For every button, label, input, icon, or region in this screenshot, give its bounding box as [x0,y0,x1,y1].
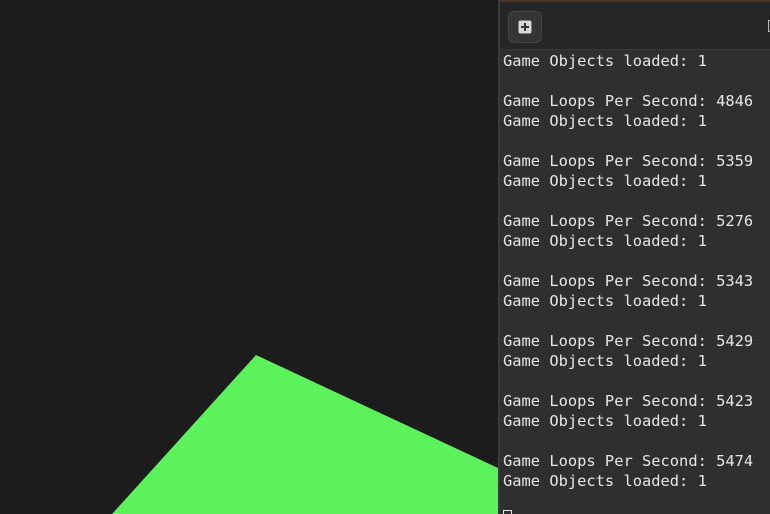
desktop: Game Objects loaded: 1 Game Loops Per Sec… [0,0,770,514]
terminal-line: Game Objects loaded: 1 [503,232,707,250]
terminal-line: Game Objects loaded: 1 [503,112,707,130]
terminal-line: Game Objects loaded: 1 [503,292,707,310]
terminal-line: Game Objects loaded: 1 [503,352,707,370]
terminal-line: Game Objects loaded: 1 [503,412,707,430]
terminal-line: Game Objects loaded: 1 [503,472,707,490]
terminal-line: Game Loops Per Second: 5474 [503,452,754,470]
terminal-line: Game Objects loaded: 1 [503,52,707,70]
terminal-line: Game Loops Per Second: 5276 [503,212,754,230]
terminal-line: Game Objects loaded: 1 [503,172,707,190]
plus-square-icon [518,20,532,34]
terminal-line: Game Loops Per Second: 4846 [503,92,754,110]
terminal-line: Game Loops Per Second: 5429 [503,332,754,350]
terminal-line: Game Loops Per Second: 5343 [503,272,754,290]
terminal-line: Game Loops Per Second: 5359 [503,152,754,170]
terminal-output: Game Objects loaded: 1 Game Loops Per Sec… [503,51,770,491]
terminal-line: Game Loops Per Second: 5423 [503,392,754,410]
terminal-cursor [503,510,512,514]
terminal-window[interactable]: Game Objects loaded: 1 Game Loops Per Sec… [498,0,770,514]
new-tab-button[interactable] [508,11,542,43]
game-viewport[interactable] [0,0,498,514]
game-render-canvas [112,355,498,514]
terminal-titlebar [500,0,770,50]
green-quad-shape [112,355,498,514]
